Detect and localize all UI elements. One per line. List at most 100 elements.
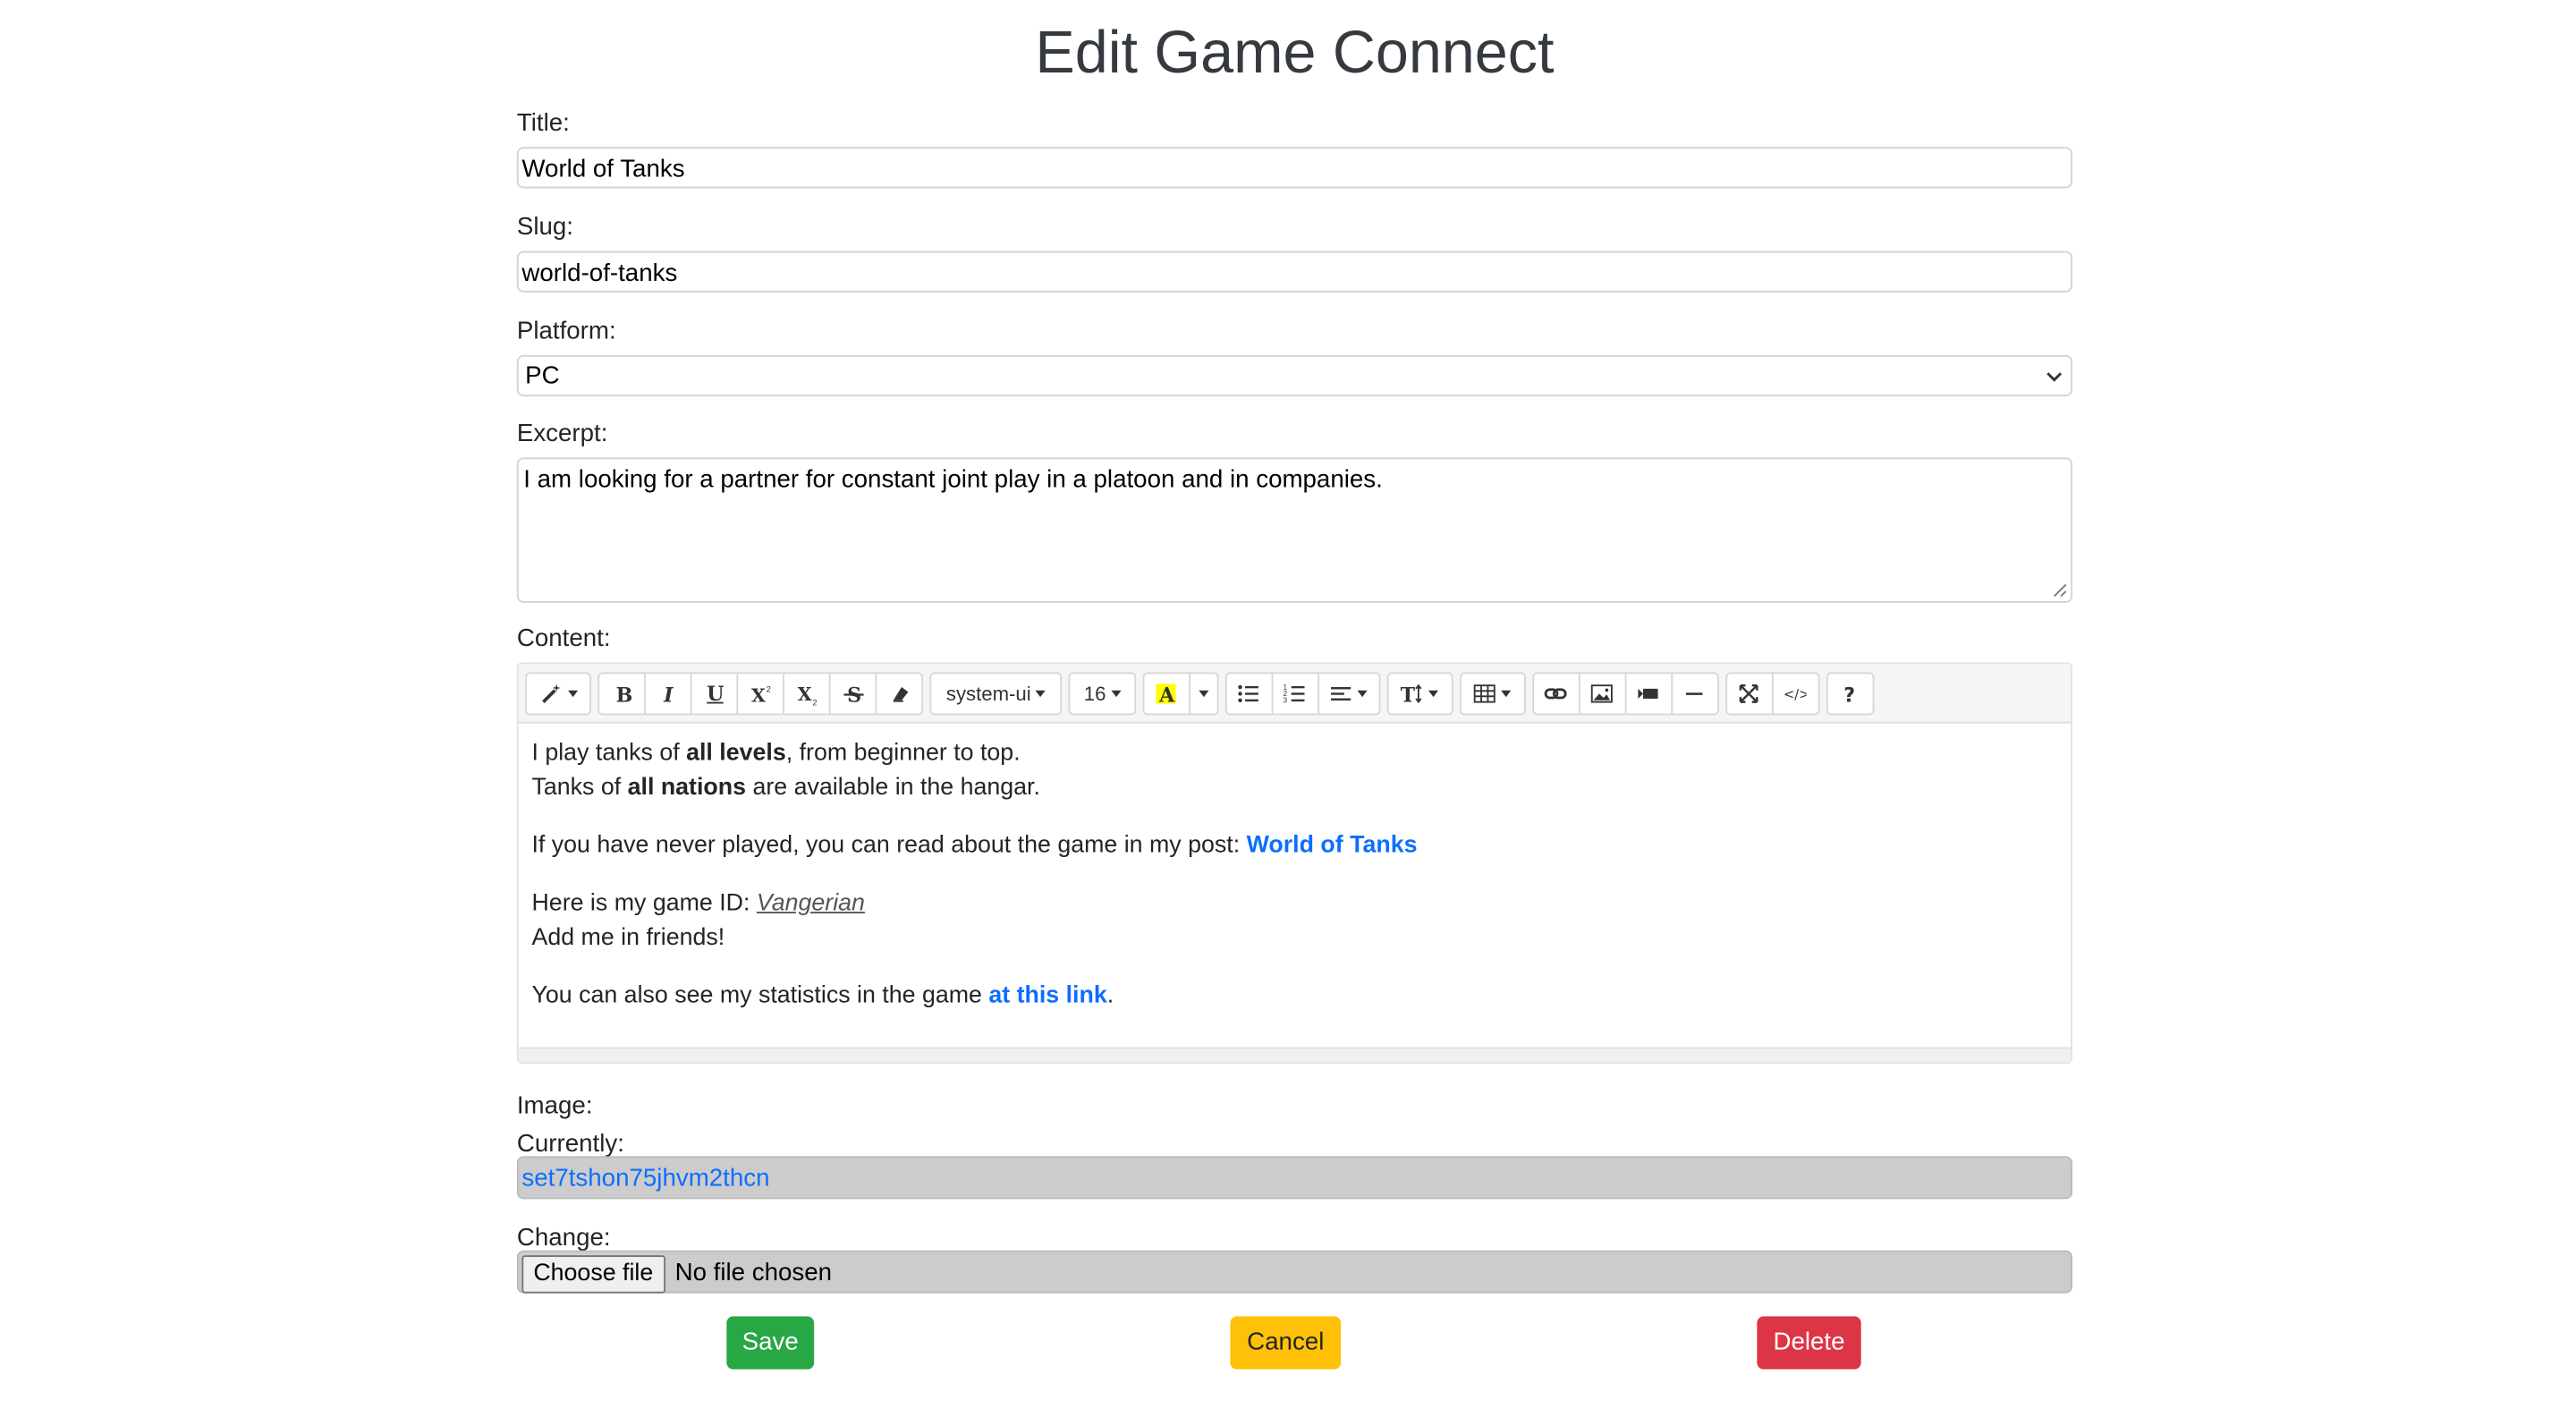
- font-name-group: system-ui: [929, 671, 1063, 715]
- unordered-list-icon: [1238, 684, 1259, 702]
- excerpt-textarea[interactable]: I am looking for a partner for constant …: [516, 457, 2072, 603]
- picture-button[interactable]: [1578, 671, 1626, 715]
- bold-button[interactable]: B: [597, 671, 646, 715]
- clear-format-button[interactable]: [875, 671, 924, 715]
- text-run: I play tanks of: [531, 740, 687, 767]
- align-dropdown[interactable]: [1317, 671, 1380, 715]
- code-view-button[interactable]: </>: [1771, 671, 1819, 715]
- line-height-dropdown[interactable]: T: [1386, 671, 1453, 715]
- strikethrough-button[interactable]: S: [828, 671, 877, 715]
- font-name-dropdown[interactable]: system-ui: [929, 671, 1063, 715]
- italic-button[interactable]: I: [644, 671, 692, 715]
- unordered-list-button[interactable]: [1224, 671, 1273, 715]
- table-dropdown[interactable]: [1459, 671, 1526, 715]
- font-style-group: B I U X2 X2 S: [597, 671, 924, 715]
- page-title: Edit Game Connect: [1035, 18, 1555, 87]
- font-size-value: 16: [1083, 681, 1106, 705]
- image-label: Image:: [516, 1091, 593, 1120]
- caret-icon: [1110, 689, 1122, 697]
- caret-icon: [1036, 689, 1046, 697]
- italic-icon: I: [662, 684, 673, 705]
- height-group: T: [1386, 671, 1453, 715]
- text-height-icon: T: [1401, 683, 1422, 705]
- text-run: are available in the hangar.: [746, 774, 1040, 802]
- title-input[interactable]: World of Tanks: [516, 147, 2072, 189]
- post-link[interactable]: World of Tanks: [1247, 832, 1418, 859]
- editor-toolbar: B I U X2 X2 S system-ui 16 A 1 2 3 T </ …: [518, 664, 2072, 724]
- caret-icon: [1428, 689, 1439, 697]
- currently-label: Currently:: [516, 1129, 624, 1159]
- content-paragraph-1: I play tanks of all levels, from beginne…: [531, 736, 2057, 806]
- font-color-icon: A: [1156, 683, 1176, 705]
- video-icon: [1638, 687, 1658, 699]
- style-button[interactable]: [525, 671, 591, 715]
- align-icon: [1331, 686, 1352, 700]
- fullscreen-button[interactable]: [1724, 671, 1774, 715]
- font-size-dropdown[interactable]: 16: [1069, 671, 1136, 715]
- svg-text:B: B: [615, 684, 632, 705]
- underline-icon: U: [706, 682, 724, 705]
- text-run: .: [1106, 982, 1114, 1010]
- superscript-button[interactable]: X2: [736, 671, 784, 715]
- horizontal-rule-icon: [1686, 692, 1703, 694]
- no-file-text: No file chosen: [674, 1258, 833, 1287]
- view-group: </>: [1724, 671, 1819, 715]
- bold-icon: B: [615, 684, 632, 705]
- delete-button[interactable]: Delete: [1757, 1316, 1861, 1370]
- font-color-button[interactable]: A: [1142, 671, 1191, 715]
- text-run: If you have never played, you can read a…: [531, 832, 1247, 860]
- fullscreen-icon: [1740, 684, 1758, 702]
- ordered-list-button[interactable]: 123: [1271, 671, 1319, 715]
- help-group: ?: [1826, 671, 1874, 715]
- font-name-value: system-ui: [945, 681, 1031, 705]
- editor-resize-bar[interactable]: [518, 1047, 2072, 1063]
- text-run: Tanks of: [531, 774, 628, 802]
- link-icon: [1545, 687, 1567, 699]
- choose-file-button[interactable]: Choose file: [521, 1255, 665, 1294]
- svg-text:?: ?: [1844, 684, 1856, 705]
- file-input[interactable]: Choose file No file chosen: [516, 1250, 2072, 1294]
- svg-text:I: I: [662, 684, 673, 705]
- page: Edit Game Connect Title: World of Tanks …: [0, 0, 2576, 1401]
- current-image-link[interactable]: set7tshon75jhvm2thcn: [521, 1165, 769, 1193]
- statistics-link[interactable]: at this link: [988, 982, 1106, 1009]
- svg-text:</>: </>: [1784, 686, 1807, 701]
- color-dropdown-button[interactable]: [1188, 671, 1218, 715]
- platform-label: Platform:: [516, 317, 616, 345]
- link-button[interactable]: [1531, 671, 1580, 715]
- help-button[interactable]: ?: [1826, 671, 1874, 715]
- code-view-icon: </>: [1784, 686, 1807, 701]
- cancel-button[interactable]: Cancel: [1230, 1316, 1342, 1370]
- svg-text:U: U: [706, 682, 723, 705]
- save-button[interactable]: Save: [726, 1316, 815, 1370]
- current-image-field: set7tshon75jhvm2thcn: [516, 1156, 2072, 1200]
- horizontal-rule-button[interactable]: [1670, 671, 1719, 715]
- paragraph-group: 123: [1224, 671, 1380, 715]
- table-icon: [1474, 684, 1496, 702]
- rich-text-editor: B I U X2 X2 S system-ui 16 A 1 2 3 T </ …: [516, 662, 2072, 1064]
- svg-text:3: 3: [1284, 695, 1288, 704]
- underline-button[interactable]: U: [690, 671, 739, 715]
- change-label: Change:: [516, 1224, 611, 1252]
- content-paragraph-3: Here is my game ID: Vangerian Add me in …: [531, 887, 2057, 956]
- content-label: Content:: [516, 624, 611, 653]
- content-paragraph-4: You can also see my statistics in the ga…: [531, 980, 2057, 1015]
- text-run: , from beginner to top.: [785, 740, 1021, 767]
- help-icon: ?: [1844, 684, 1856, 705]
- bold-text: all nations: [627, 774, 747, 802]
- text-run: You can also see my statistics in the ga…: [531, 982, 989, 1010]
- resize-handle-icon[interactable]: [2053, 583, 2068, 599]
- video-button[interactable]: [1624, 671, 1673, 715]
- svg-text:2: 2: [811, 697, 816, 704]
- svg-text:T: T: [1401, 684, 1416, 705]
- text-run: Here is my game ID:: [531, 890, 757, 917]
- svg-text:A: A: [1158, 684, 1175, 705]
- superscript-icon: X2: [750, 684, 770, 705]
- caret-icon: [567, 689, 578, 697]
- platform-select[interactable]: PC: [516, 354, 2072, 397]
- editor-content[interactable]: I play tanks of all levels, from beginne…: [519, 724, 2071, 1015]
- color-group: A: [1142, 671, 1218, 715]
- title-label: Title:: [516, 108, 570, 138]
- subscript-button[interactable]: X2: [783, 671, 831, 715]
- slug-input[interactable]: world-of-tanks: [516, 250, 2072, 293]
